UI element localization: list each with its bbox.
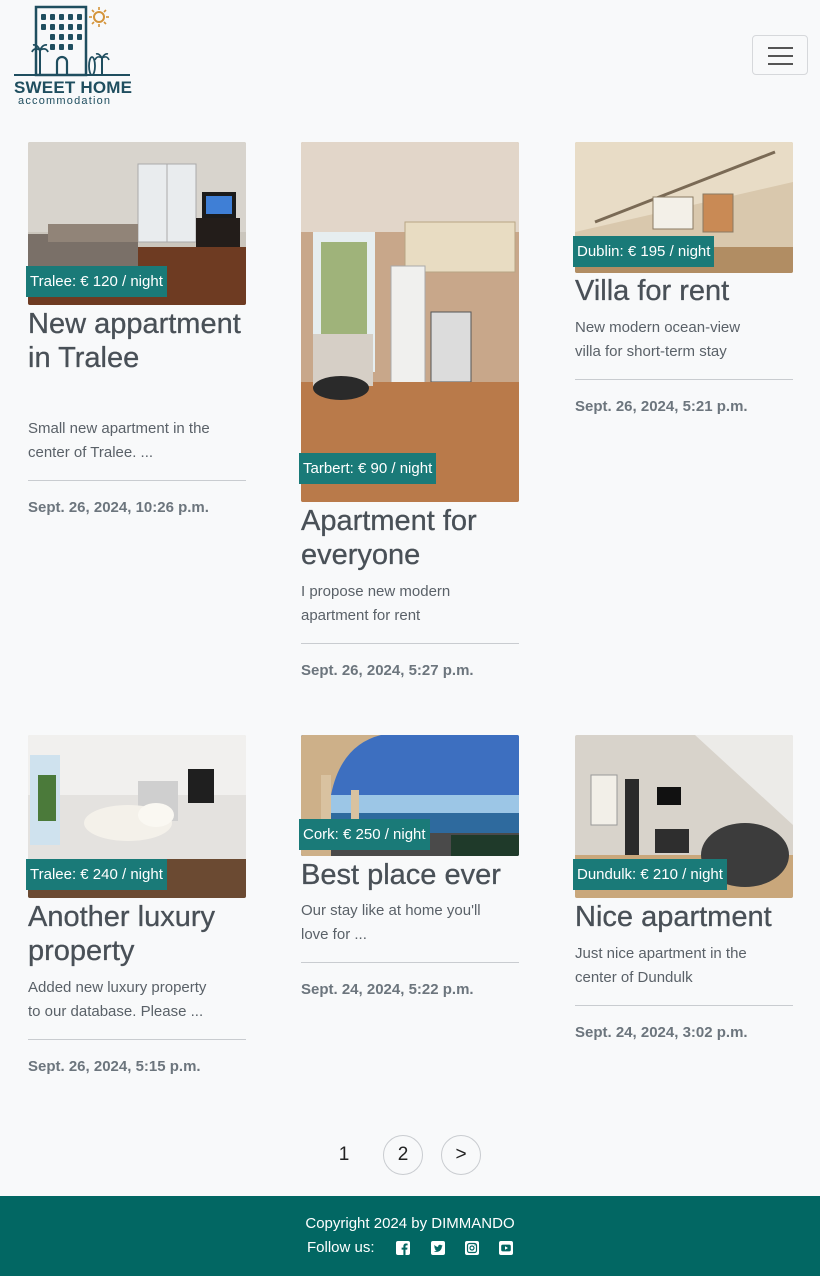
listing-card[interactable]: Cork: € 250 / night Best place ever Our …	[299, 735, 519, 1015]
listing-title[interactable]: Another luxury property	[28, 900, 246, 968]
listing-title[interactable]: Nice apartment	[575, 900, 793, 934]
listing-card[interactable]: Tarbert: € 90 / night Apartment for ever…	[299, 142, 519, 682]
listing-date: Sept. 26, 2024, 5:27 p.m.	[301, 662, 474, 679]
listing-excerpt: Our stay like at home you'll love for ..…	[301, 902, 481, 943]
copyright-text: Copyright 2024 by DIMMANDO	[305, 1215, 515, 1232]
instagram-icon[interactable]	[465, 1241, 479, 1255]
listing-date: Sept. 26, 2024, 10:26 p.m.	[28, 499, 209, 516]
listing-date: Sept. 24, 2024, 5:22 p.m.	[301, 981, 474, 998]
listing-photo[interactable]	[301, 142, 519, 502]
navbar: SWEET HOME accommodation	[0, 0, 820, 110]
brand-logo[interactable]: SWEET HOME accommodation	[12, 4, 134, 108]
page-2-link[interactable]: 2	[383, 1135, 423, 1175]
divider	[575, 379, 793, 380]
follow-us-label: Follow us:	[307, 1239, 375, 1256]
listing-card[interactable]: Tralee: € 120 / night New appartment in …	[26, 142, 246, 522]
listing-title[interactable]: Best place ever	[301, 858, 519, 892]
divider	[301, 643, 519, 644]
price-badge: Cork: € 250 / night	[299, 819, 430, 850]
building-logo-icon	[14, 5, 130, 77]
price-badge: Dundulk: € 210 / night	[573, 859, 727, 890]
price-badge: Dublin: € 195 / night	[573, 236, 715, 267]
listing-date: Sept. 24, 2024, 3:02 p.m.	[575, 1024, 748, 1041]
divider	[28, 1039, 246, 1040]
listing-date: Sept. 26, 2024, 5:21 p.m.	[575, 398, 748, 415]
twitter-icon[interactable]	[431, 1241, 445, 1255]
price-badge: Tarbert: € 90 / night	[299, 453, 437, 484]
footer: Copyright 2024 by DIMMANDO Follow us:	[0, 1196, 820, 1276]
divider	[575, 1005, 793, 1006]
listing-excerpt: I propose new modern apartment for rent	[301, 583, 451, 624]
listing-title[interactable]: Apartment for everyone	[301, 504, 519, 572]
hamburger-menu-icon	[768, 63, 793, 65]
listing-excerpt: Just nice apartment in the center of Dun…	[575, 945, 747, 986]
hamburger-menu-icon	[768, 55, 793, 57]
youtube-icon[interactable]	[499, 1241, 513, 1255]
divider	[28, 480, 246, 481]
listing-excerpt: Small new apartment in the center of Tra…	[28, 420, 210, 461]
navbar-toggle-button[interactable]	[752, 35, 808, 75]
page-current: 1	[338, 1144, 350, 1165]
facebook-icon[interactable]	[396, 1241, 410, 1255]
pagination: 1 2 >	[0, 1135, 820, 1175]
divider	[301, 962, 519, 963]
listing-title[interactable]: New appartment in Tralee	[28, 307, 246, 375]
listing-date: Sept. 26, 2024, 5:15 p.m.	[28, 1058, 201, 1075]
listing-card[interactable]: Tralee: € 240 / night Another luxury pro…	[26, 735, 246, 1085]
listing-excerpt: Added new luxury property to our databas…	[28, 979, 207, 1020]
listing-card[interactable]: Dundulk: € 210 / night Nice apartment Ju…	[573, 735, 793, 1055]
listing-card[interactable]: Dublin: € 195 / night Villa for rent New…	[573, 142, 793, 422]
listing-title[interactable]: Villa for rent	[575, 274, 793, 308]
listing-excerpt: New modern ocean-view villa for short-te…	[575, 319, 741, 360]
next-page-link[interactable]: >	[441, 1135, 481, 1175]
brand-subtitle: accommodation	[18, 95, 112, 107]
price-badge: Tralee: € 120 / night	[26, 266, 167, 297]
price-badge: Tralee: € 240 / night	[26, 859, 167, 890]
hamburger-menu-icon	[768, 47, 793, 49]
